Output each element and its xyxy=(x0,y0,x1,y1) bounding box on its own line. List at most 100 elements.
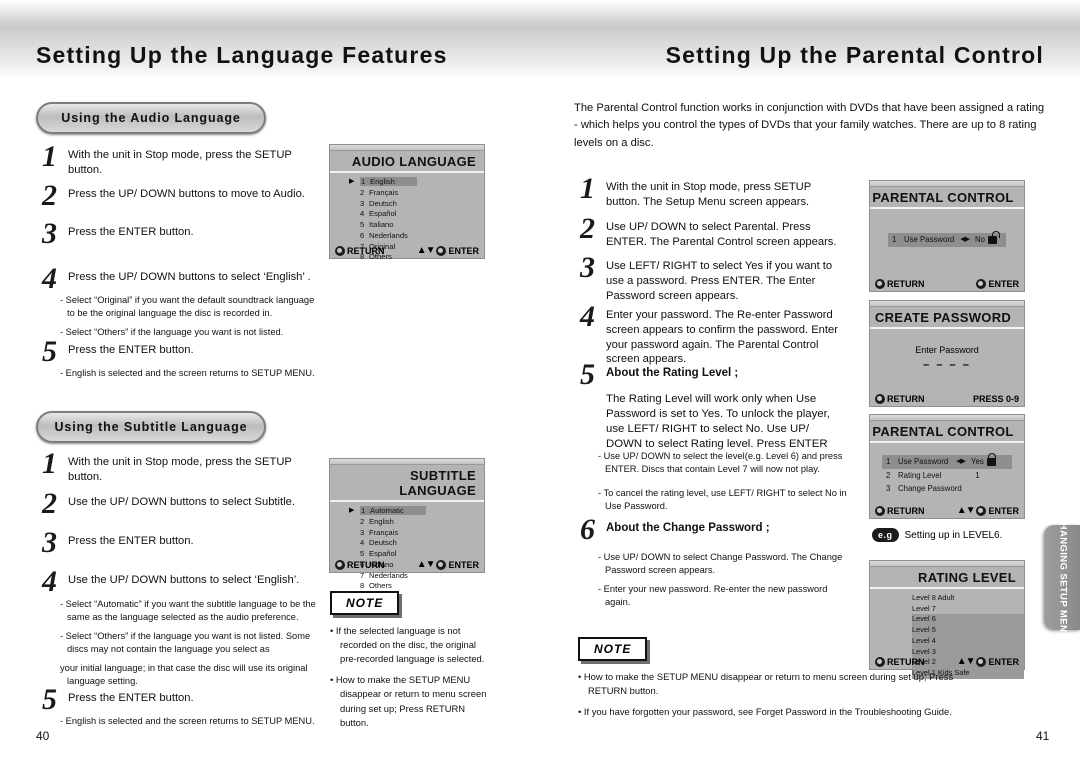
right-note-box: NOTE xyxy=(578,637,648,661)
cp-footer: RETURN PRESS 0-9 xyxy=(870,394,1024,404)
list-item[interactable]: 2 Français xyxy=(360,188,484,199)
return-control[interactable]: RETURN xyxy=(335,245,385,256)
left-right-arrows-icon: ◀▶ xyxy=(956,457,966,465)
audio-step-4-note-2: - Select “Others” if the language you wa… xyxy=(60,326,284,337)
item-label: Automatic xyxy=(370,506,404,515)
rating-level-notes: - Use UP/ DOWN to select the level(e.g. … xyxy=(598,450,848,519)
return-label: RETURN xyxy=(887,394,925,404)
list-item[interactable]: Level 5 xyxy=(912,625,1024,636)
return-control[interactable]: RETURN xyxy=(875,505,925,516)
enter-control[interactable]: ▲▼ ENTER xyxy=(417,559,479,570)
return-label: RETURN xyxy=(347,245,385,256)
item-label: Español xyxy=(369,549,397,559)
row-index: 1 xyxy=(886,457,891,466)
audio-step-1-number: 1 xyxy=(42,140,57,173)
return-label: RETURN xyxy=(347,559,385,570)
cp-prompt: Enter Password xyxy=(915,345,979,355)
audio-screen-body: ▶ 1 English 2 Français 3 Deutsch 4 Español 5… xyxy=(330,173,484,261)
list-item[interactable]: 1 English xyxy=(360,177,484,188)
item-label: English xyxy=(370,177,395,186)
item-label: Nederlands xyxy=(369,230,408,240)
return-label: RETURN xyxy=(887,656,925,667)
audio-step-5-number: 5 xyxy=(42,335,57,368)
pc2-row-rating-level[interactable]: 2 Rating Level 1 xyxy=(882,469,1012,483)
enter-control[interactable]: ▲▼ ENTER xyxy=(417,245,479,256)
side-tab-changing-setup-menu[interactable]: CHANGING SETUP MENU xyxy=(1044,515,1080,640)
item-number: 4 xyxy=(360,209,365,219)
list-item[interactable]: 7 Nederlands xyxy=(360,571,484,582)
list-item[interactable]: Level 8 Adult xyxy=(912,593,1024,604)
parental-step-4-text: Enter your password. The Re-enter Passwo… xyxy=(606,309,838,366)
subtitle-step-5-notes: - English is selected and the screen ret… xyxy=(60,715,330,733)
parental-step-5: 5 About the Rating Level ; xyxy=(580,360,842,390)
enter-control[interactable]: ENTER xyxy=(976,279,1019,289)
parental-step-1-text: With the unit in Stop mode, press SETUP … xyxy=(606,181,811,208)
item-number: 4 xyxy=(360,538,365,548)
return-control[interactable]: RETURN xyxy=(875,656,925,667)
list-item[interactable]: 4 Español xyxy=(360,209,484,220)
enter-label: ENTER xyxy=(448,245,479,256)
pc2-row-change-password[interactable]: 3 Change Password xyxy=(882,482,1012,496)
left-right-arrows-icon: ◀▶ xyxy=(960,235,970,243)
example-text: Setting up in LEVEL6. xyxy=(904,529,1003,541)
subtitle-step-2-text: Use the UP/ DOWN buttons to select Subti… xyxy=(68,496,295,508)
subtitle-step-4-notes: - Select “Automatic” if you want the sub… xyxy=(60,598,322,694)
row-value: No xyxy=(975,235,986,244)
parental-step-3-number: 3 xyxy=(580,251,595,284)
enter-control[interactable]: ▲▼ ENTER xyxy=(957,656,1019,667)
row-label: Rating Level xyxy=(898,470,942,480)
selection-caret-icon: ▶ xyxy=(349,178,355,185)
subtitle-step-4-note-1: - Select “Automatic” if you want the sub… xyxy=(60,599,316,623)
pc2-footer: RETURN ▲▼ ENTER xyxy=(870,505,1024,516)
audio-step-3-number: 3 xyxy=(42,217,57,250)
list-item[interactable]: 3 Français xyxy=(360,528,484,539)
pc2-title: PARENTAL CONTROL xyxy=(870,421,1024,443)
return-icon xyxy=(875,505,885,516)
audio-step-5-text: Press the ENTER button. xyxy=(68,344,194,356)
pc1-body: 1 Use Password ◀▶ No xyxy=(870,209,1024,279)
row-label: Use Password xyxy=(898,457,949,466)
list-item[interactable]: 3 Deutsch xyxy=(360,199,484,210)
rl-title: RATING LEVEL xyxy=(870,567,1024,589)
up-down-arrows-icon: ▲▼ xyxy=(956,656,976,667)
item-number: 7 xyxy=(360,570,365,580)
section-pill-audio-language: Using the Audio Language xyxy=(36,102,266,134)
rating-level-screen: RATING LEVEL Level 8 Adult Level 7 Level… xyxy=(869,560,1025,679)
return-control[interactable]: RETURN xyxy=(875,394,925,404)
enter-icon xyxy=(436,559,447,570)
rl-footer: RETURN ▲▼ ENTER xyxy=(870,656,1024,667)
enter-icon xyxy=(976,505,987,516)
list-item[interactable]: Level 6 xyxy=(912,614,1024,625)
parental-step-2: 2 Use UP/ DOWN to select Parental. Press… xyxy=(580,214,848,250)
return-control[interactable]: RETURN xyxy=(335,559,385,570)
return-icon xyxy=(335,559,345,570)
parental-step-5-body: The Rating Level will work only when Use… xyxy=(580,392,848,452)
return-control[interactable]: RETURN xyxy=(875,279,925,289)
parental-step-3-text: Use LEFT/ RIGHT to select Yes if you wan… xyxy=(606,260,833,302)
parental-step-4: 4 Enter your password. The Re-enter Pass… xyxy=(580,302,842,367)
list-item[interactable]: Level 4 xyxy=(912,636,1024,647)
list-item[interactable]: 4 Deutsch xyxy=(360,538,484,549)
change-password-note-1: - Use UP/ DOWN to select Change Password… xyxy=(598,552,843,576)
lock-closed-icon xyxy=(986,452,997,466)
subtitle-step-5-number: 5 xyxy=(42,683,57,716)
enter-control[interactable]: ▲▼ ENTER xyxy=(957,505,1019,516)
audio-step-5: 5 Press the ENTER button. xyxy=(42,337,302,367)
manual-spread: Setting Up the Language Features Setting… xyxy=(0,0,1080,765)
list-item[interactable]: 2 English xyxy=(360,517,484,528)
example-badge: e.g xyxy=(872,528,899,542)
subtitle-step-4-text: Use the UP/ DOWN buttons to select ‘Engl… xyxy=(68,574,300,586)
audio-step-5-notes: - English is selected and the screen ret… xyxy=(60,367,330,385)
pc2-row-use-password[interactable]: 1 Use Password ◀▶ Yes xyxy=(882,452,1012,469)
parental-step-1-number: 1 xyxy=(580,172,595,205)
list-item[interactable]: Level 7 xyxy=(912,604,1024,615)
pc1-use-password-row[interactable]: 1 Use Password ◀▶ No xyxy=(888,230,1006,247)
list-item[interactable]: 5 Italiano xyxy=(360,220,484,231)
list-item[interactable]: 1 Automatic xyxy=(360,506,484,517)
parental-control-screen-1: PARENTAL CONTROL 1 Use Password ◀▶ No RE… xyxy=(869,180,1025,292)
enter-icon xyxy=(976,656,987,667)
audio-step-4-note-1: - Select “Original” if you want the defa… xyxy=(60,295,315,319)
return-icon xyxy=(875,394,885,404)
item-label: English xyxy=(369,516,394,526)
list-item[interactable]: 6 Nederlands xyxy=(360,231,484,242)
